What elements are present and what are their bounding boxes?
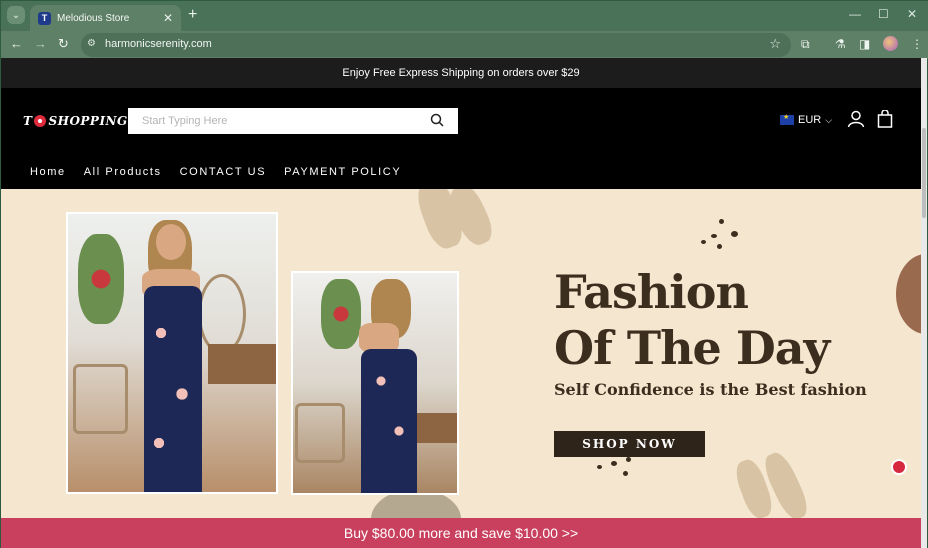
browser-toolbar: ← → ↻ ⚙ harmonicserenity.com ☆ ⧉ ⚗ ◨ ⋮: [1, 31, 928, 59]
minimize-icon[interactable]: —: [849, 7, 861, 21]
logo-text-right: SHOPPING: [48, 114, 128, 128]
hero-title-line-2: Of The Day: [554, 321, 830, 375]
decor-dot: [717, 244, 722, 249]
dress-flower: [391, 423, 407, 439]
reload-icon[interactable]: ↻: [58, 36, 69, 52]
side-panel-icon[interactable]: ◨: [859, 37, 870, 51]
flower-bush: [321, 279, 361, 349]
logo-mark-icon: [34, 115, 47, 127]
announcement-bar: Enjoy Free Express Shipping on orders ov…: [1, 58, 921, 88]
currency-label: EUR: [798, 114, 822, 126]
chevron-down-icon: ⌵: [825, 114, 833, 125]
currency-selector[interactable]: EUR ⌵: [780, 113, 833, 126]
product-photo-side[interactable]: [291, 271, 459, 495]
floral-dress: [361, 349, 417, 493]
decor-dot: [611, 461, 617, 466]
tab-title: Melodious Store: [57, 12, 130, 24]
decor-dot: [623, 471, 628, 476]
page-scrollbar[interactable]: [921, 58, 927, 548]
flower-bush: [78, 234, 124, 324]
dress-flower: [150, 434, 168, 452]
labs-flask-icon[interactable]: ⚗: [835, 37, 846, 51]
wood-table: [208, 344, 276, 384]
url-text: harmonicserenity.com: [105, 38, 212, 50]
tab-search-button[interactable]: ⌄: [7, 6, 25, 24]
profile-avatar[interactable]: [883, 36, 898, 51]
nav-contact-us[interactable]: CONTACT US: [180, 166, 267, 178]
site-header: T SHOPPING EUR ⌵ Home All Products: [1, 88, 921, 189]
site-info-icon[interactable]: ⚙: [87, 38, 101, 52]
active-tab[interactable]: T Melodious Store ✕: [30, 5, 181, 31]
hero-banner: Fashion Of The Day Self Confidence is th…: [1, 189, 921, 518]
site-logo[interactable]: T SHOPPING: [23, 114, 128, 128]
browser-menu-icon[interactable]: ⋮: [911, 37, 923, 51]
nav-all-products[interactable]: All Products: [84, 166, 162, 178]
hanging-chair: [198, 274, 246, 354]
hero-title-line-1: Fashion: [554, 265, 749, 319]
decor-dot: [711, 234, 717, 238]
decor-dot: [719, 219, 724, 224]
hero-subtitle: Self Confidence is the Best fashion: [554, 380, 867, 399]
decor-dot: [701, 240, 706, 244]
search-icon[interactable]: [430, 113, 444, 127]
nav-payment-policy[interactable]: PAYMENT POLICY: [284, 166, 401, 178]
back-icon[interactable]: ←: [10, 36, 23, 52]
maximize-icon[interactable]: ☐: [878, 7, 889, 21]
decor-dot: [626, 457, 631, 462]
tab-close-icon[interactable]: ✕: [163, 11, 173, 25]
address-bar[interactable]: ⚙ harmonicserenity.com ☆: [81, 33, 791, 57]
hero-text: Fashion Of The Day Self Confidence is th…: [554, 264, 867, 399]
bookmark-star-icon[interactable]: ☆: [769, 36, 781, 52]
tab-bar: ⌄ T Melodious Store ✕ + — ☐ ✕: [1, 1, 928, 31]
scrollbar-thumb[interactable]: [922, 128, 926, 218]
account-icon[interactable]: [847, 110, 865, 128]
new-tab-button[interactable]: +: [188, 7, 197, 23]
search-box: [128, 108, 458, 134]
cart-bag-icon[interactable]: [877, 110, 893, 128]
web-page: Enjoy Free Express Shipping on orders ov…: [1, 58, 921, 548]
chat-widget-icon[interactable]: [891, 459, 907, 475]
search-input[interactable]: [142, 109, 422, 133]
nav-home[interactable]: Home: [30, 166, 66, 178]
wicker-chair: [295, 403, 345, 463]
dress-flower: [172, 384, 192, 404]
dress-flower: [152, 324, 170, 342]
tab-favicon-icon: T: [38, 11, 51, 25]
main-nav: Home All Products CONTACT US PAYMENT POL…: [30, 166, 401, 178]
wood-table: [411, 413, 457, 443]
decor-blob: [896, 254, 921, 334]
logo-text-left: T: [23, 114, 33, 128]
shop-now-button[interactable]: SHOP NOW: [554, 431, 705, 457]
forward-icon[interactable]: →: [34, 36, 47, 52]
decor-dot: [597, 465, 602, 469]
model-face: [156, 224, 186, 260]
dress-flower: [373, 373, 389, 389]
promo-bar[interactable]: Buy $80.00 more and save $10.00 >>: [1, 518, 921, 548]
decor-dot: [731, 231, 738, 237]
wicker-chair: [73, 364, 128, 434]
product-photo-front[interactable]: [66, 212, 278, 494]
eu-flag-icon: [780, 113, 794, 125]
extensions-icon[interactable]: ⧉: [801, 37, 810, 51]
window-close-icon[interactable]: ✕: [907, 7, 917, 21]
